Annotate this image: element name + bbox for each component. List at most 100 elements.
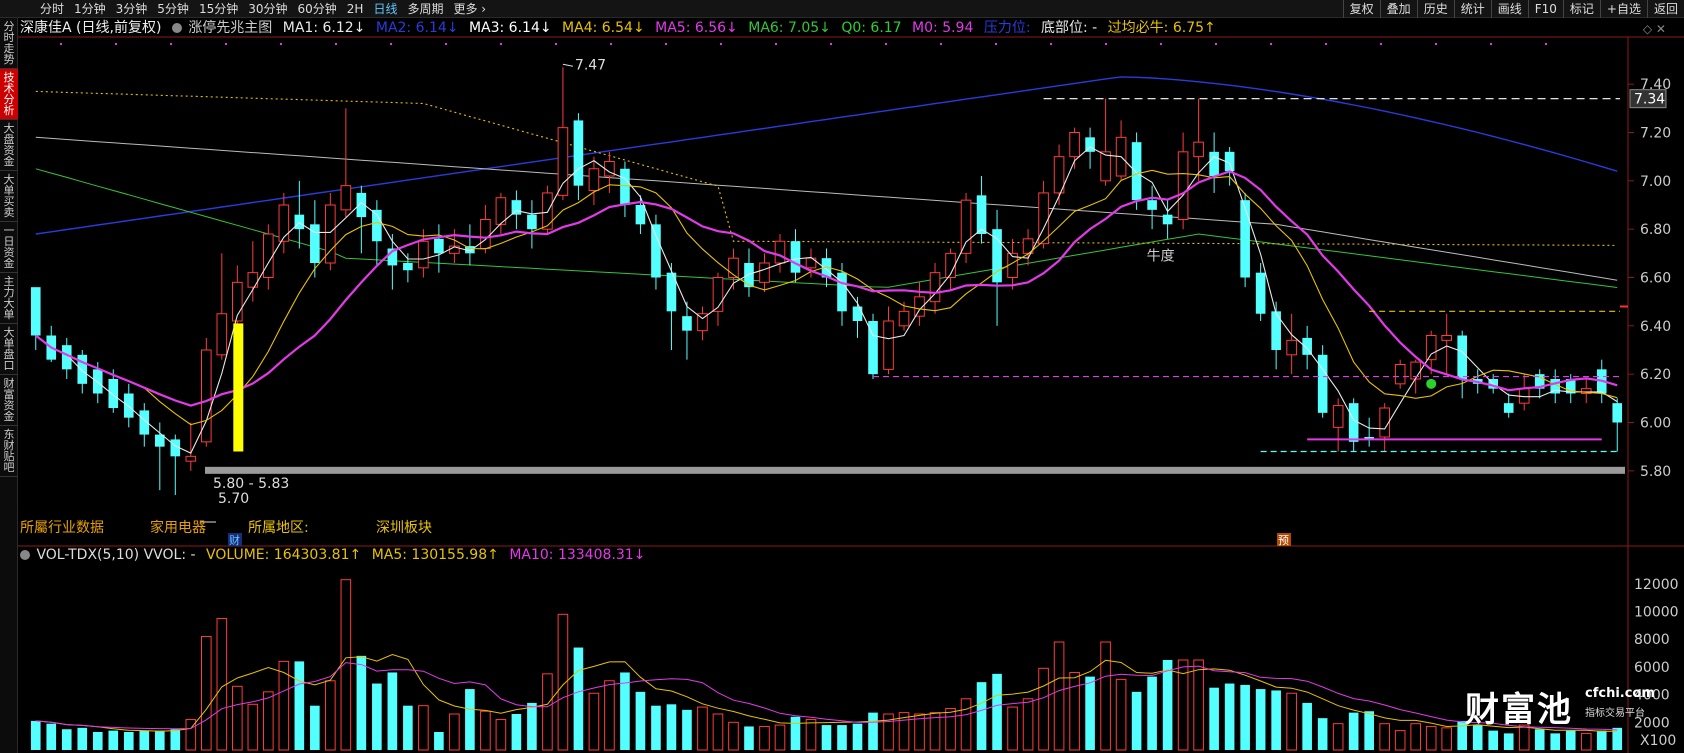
top-dot	[1435, 43, 1437, 45]
ma2-line	[35, 76, 1618, 235]
region-link: 深圳板块	[376, 520, 432, 536]
candle-body	[1177, 151, 1189, 220]
volume-bar	[1394, 730, 1406, 751]
top-dot	[170, 43, 172, 45]
candle-body	[759, 262, 770, 283]
candle-body	[774, 240, 786, 264]
top-dot	[1545, 43, 1547, 45]
watermark-logo: 财富池 cfchi.com 指标交易平台	[1465, 682, 1655, 731]
volume-bar	[573, 647, 584, 750]
candle-body	[92, 369, 103, 394]
candle-body	[635, 205, 646, 225]
candle-body	[247, 272, 259, 288]
volume-bar	[712, 713, 724, 751]
volume-bar	[1038, 667, 1049, 751]
high-pointer	[562, 63, 574, 67]
volume-tick: 8000	[1634, 632, 1670, 648]
top-dot	[610, 43, 612, 45]
volume-bar	[1534, 729, 1545, 750]
candle-body	[1286, 339, 1297, 356]
volume-bar	[604, 680, 615, 751]
volume-bar	[1069, 671, 1080, 751]
price-tick: 6.80	[1640, 222, 1671, 238]
volume-tick: 12000	[1634, 577, 1679, 593]
candle-body	[542, 192, 553, 230]
candle-body	[77, 354, 88, 384]
top-dot	[1325, 43, 1327, 45]
top-dot	[335, 43, 337, 45]
top-dot	[940, 43, 942, 45]
volume-bar	[340, 579, 352, 751]
volume-bar	[511, 714, 522, 750]
volume-bar	[1100, 641, 1111, 751]
candle-body	[898, 310, 910, 327]
support-band	[205, 466, 1625, 474]
top-dot	[115, 43, 117, 45]
kline-chart[interactable]: 7.407.207.006.806.606.406.206.005.801200…	[0, 0, 1684, 753]
volume-bar	[434, 732, 444, 750]
volume-bar	[92, 732, 103, 750]
candle-body	[744, 263, 754, 288]
top-dot	[1490, 43, 1492, 45]
high-label: 7.47	[575, 57, 606, 73]
volume-bar	[1271, 690, 1281, 750]
volume-bar	[976, 682, 987, 750]
volume-bar	[465, 689, 475, 750]
volume-bar	[247, 703, 259, 751]
gk-dotted-line	[35, 90, 1618, 246]
volume-bar	[1332, 723, 1344, 751]
volume-bar	[992, 673, 1002, 750]
candle-body	[1441, 335, 1453, 341]
logo-sub: 指标交易平台	[1585, 708, 1645, 719]
volume-bar	[1302, 702, 1312, 750]
top-dot	[775, 43, 777, 45]
candle-body	[1162, 214, 1173, 225]
candle-body	[1100, 151, 1111, 182]
volume-bar	[852, 723, 863, 750]
volume-bar	[1162, 660, 1173, 750]
volume-bar	[61, 729, 72, 750]
candle-body	[511, 200, 522, 215]
volume-bar	[790, 716, 801, 750]
candle-body	[1271, 311, 1281, 350]
candle-body	[403, 263, 413, 271]
top-dot	[500, 43, 502, 45]
candle-body	[1240, 200, 1250, 278]
top-dot	[1050, 43, 1052, 45]
volume-tick: 10000	[1634, 605, 1679, 621]
volume-bar	[774, 724, 786, 751]
top-dot	[885, 43, 887, 45]
volume-bar	[666, 704, 677, 750]
logo-main: 财富池	[1465, 690, 1573, 730]
volume-bar	[945, 707, 956, 751]
volume-bar	[418, 705, 429, 751]
volume-bar	[1364, 711, 1374, 750]
volume-bar	[682, 709, 692, 750]
top-dot	[1380, 43, 1382, 45]
volume-bar	[1410, 723, 1421, 751]
volume-bar	[232, 685, 243, 751]
top-dot	[1215, 43, 1217, 45]
candle-body	[837, 272, 847, 312]
price-tick: 5.80	[1640, 464, 1671, 480]
candle-body	[712, 277, 724, 312]
volume-unit: X100	[1640, 733, 1676, 749]
volume-bar	[294, 661, 305, 750]
candle-body	[1317, 354, 1328, 413]
volume-bar	[588, 692, 600, 751]
candle-body	[216, 313, 228, 356]
volume-bar	[1147, 676, 1157, 750]
candle-body	[480, 219, 491, 249]
candle-body	[682, 316, 692, 331]
candle-body	[1069, 132, 1080, 158]
cow-label: 牛度	[1147, 249, 1175, 265]
volume-bar	[1255, 689, 1266, 750]
volume-bar	[387, 672, 398, 750]
volume-bar	[495, 719, 507, 751]
candle-body	[976, 195, 987, 234]
candle-body	[108, 379, 119, 408]
volume-bar	[728, 721, 739, 751]
candle-body	[418, 240, 429, 269]
top-dot	[995, 43, 997, 45]
candle-body	[852, 306, 863, 321]
